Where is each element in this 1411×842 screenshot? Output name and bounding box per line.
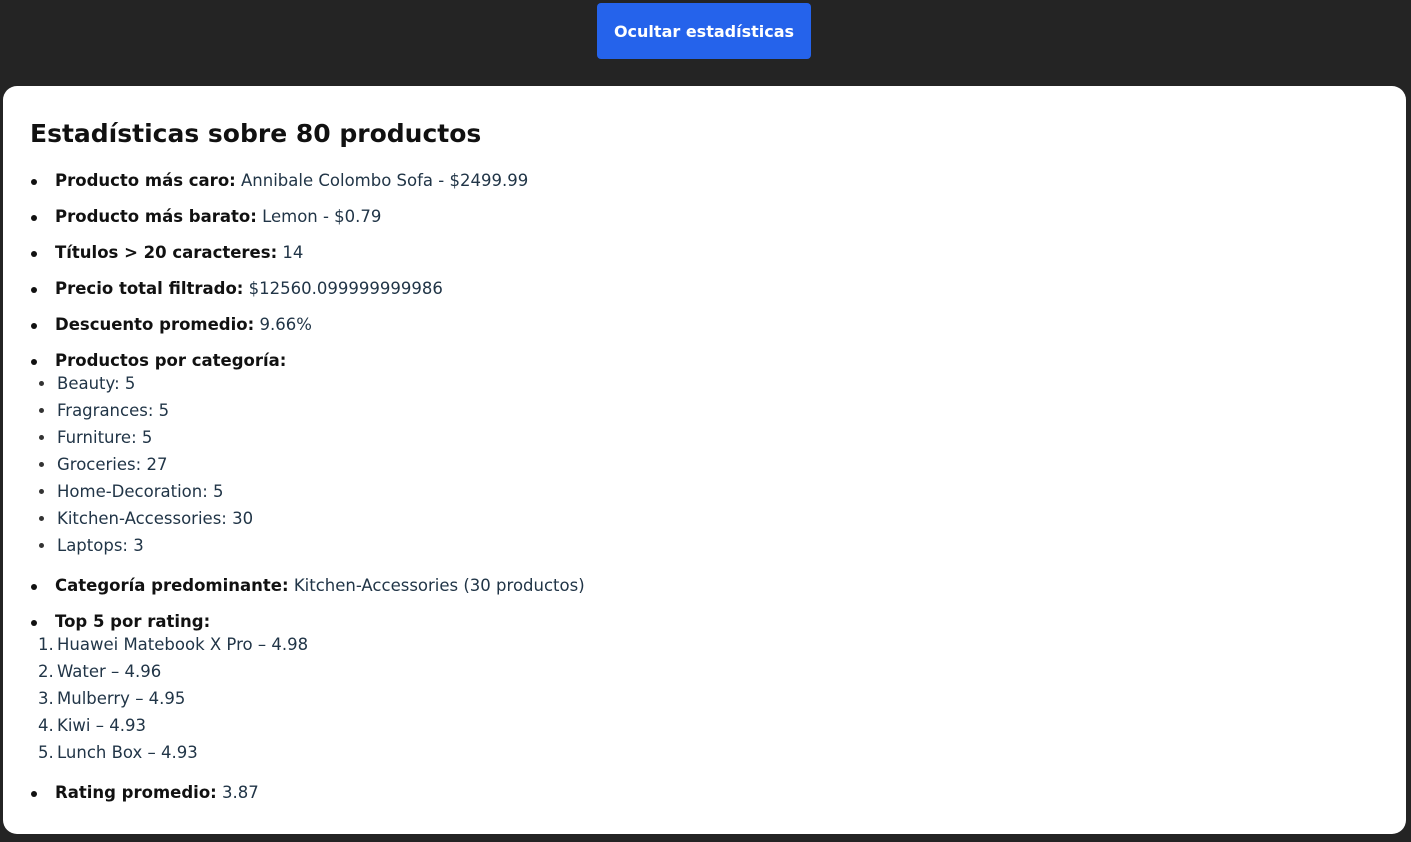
rank-number: 4. xyxy=(38,716,54,735)
stat-label: Top 5 por rating: xyxy=(55,612,211,631)
stat-by-category: Productos por categoría: Beauty: 5 Fragr… xyxy=(3,343,1003,568)
category-item: Home-Decoration: 5 xyxy=(3,478,1003,505)
stat-most-expensive: Producto más caro: Annibale Colombo Sofa… xyxy=(3,163,1003,199)
stat-label: Títulos > 20 caracteres: xyxy=(55,243,278,262)
rank-number: 1. xyxy=(38,635,54,654)
stat-total-price: Precio total filtrado: $12560.0999999999… xyxy=(3,271,1003,307)
top-rated-text: Kiwi – 4.93 xyxy=(57,716,146,735)
page-title: Estadísticas sobre 80 productos xyxy=(30,119,482,148)
category-item: Laptops: 3 xyxy=(3,532,1003,559)
rank-number: 3. xyxy=(38,689,54,708)
top-rated-item: 5. Lunch Box – 4.93 xyxy=(3,739,1003,766)
stat-label: Categoría predominante: xyxy=(55,576,289,595)
top-rated-text: Mulberry – 4.95 xyxy=(57,689,186,708)
top-rated-text: Lunch Box – 4.93 xyxy=(57,743,198,762)
stat-cheapest: Producto más barato: Lemon - $0.79 xyxy=(3,199,1003,235)
category-item: Furniture: 5 xyxy=(3,424,1003,451)
top-rated-text: Huawei Matebook X Pro – 4.98 xyxy=(57,635,309,654)
top-rated-item: 4. Kiwi – 4.93 xyxy=(3,712,1003,739)
stat-label: Productos por categoría: xyxy=(55,351,287,370)
rank-number: 5. xyxy=(38,743,54,762)
stats-list: Producto más caro: Annibale Colombo Sofa… xyxy=(3,163,1003,811)
hide-stats-button[interactable]: Ocultar estadísticas xyxy=(597,3,811,59)
stat-label: Producto más caro: xyxy=(55,171,236,190)
stat-value: 14 xyxy=(282,243,304,262)
top-rated-item: 2. Water – 4.96 xyxy=(3,658,1003,685)
top-rated-item: 3. Mulberry – 4.95 xyxy=(3,685,1003,712)
top-rated-text: Water – 4.96 xyxy=(57,662,162,681)
rank-number: 2. xyxy=(38,662,54,681)
category-list: Beauty: 5 Fragrances: 5 Furniture: 5 Gro… xyxy=(39,370,1003,559)
stat-value: Kitchen-Accessories (30 productos) xyxy=(293,576,585,595)
stat-top-rated: Top 5 por rating: 1. Huawei Matebook X Pr… xyxy=(3,604,1003,775)
top-bar: Ocultar estadísticas xyxy=(0,0,1411,86)
stat-avg-discount: Descuento promedio: 9.66% xyxy=(3,307,1003,343)
stat-long-titles: Títulos > 20 caracteres: 14 xyxy=(3,235,1003,271)
top-rated-list: 1. Huawei Matebook X Pro – 4.98 2. Water –… xyxy=(38,631,1003,766)
category-item: Beauty: 5 xyxy=(3,370,1003,397)
stat-value: $12560.099999999986 xyxy=(248,279,443,298)
stat-value: 9.66% xyxy=(259,315,312,334)
top-rated-item: 1. Huawei Matebook X Pro – 4.98 xyxy=(3,631,1003,658)
stat-label: Producto más barato: xyxy=(55,207,257,226)
category-item: Kitchen-Accessories: 30 xyxy=(3,505,1003,532)
stat-value: Lemon - $0.79 xyxy=(262,207,382,226)
stat-label: Precio total filtrado: xyxy=(55,279,244,298)
stat-value: 3.87 xyxy=(222,783,259,802)
category-item: Fragrances: 5 xyxy=(3,397,1003,424)
stat-label: Rating promedio: xyxy=(55,783,217,802)
stats-card: Estadísticas sobre 80 productos Producto… xyxy=(3,86,1406,834)
stat-avg-rating: Rating promedio: 3.87 xyxy=(3,775,1003,811)
stat-top-category: Categoría predominante: Kitchen-Accessor… xyxy=(3,568,1003,604)
stat-label: Descuento promedio: xyxy=(55,315,255,334)
category-item: Groceries: 27 xyxy=(3,451,1003,478)
stat-value: Annibale Colombo Sofa - $2499.99 xyxy=(241,171,529,190)
